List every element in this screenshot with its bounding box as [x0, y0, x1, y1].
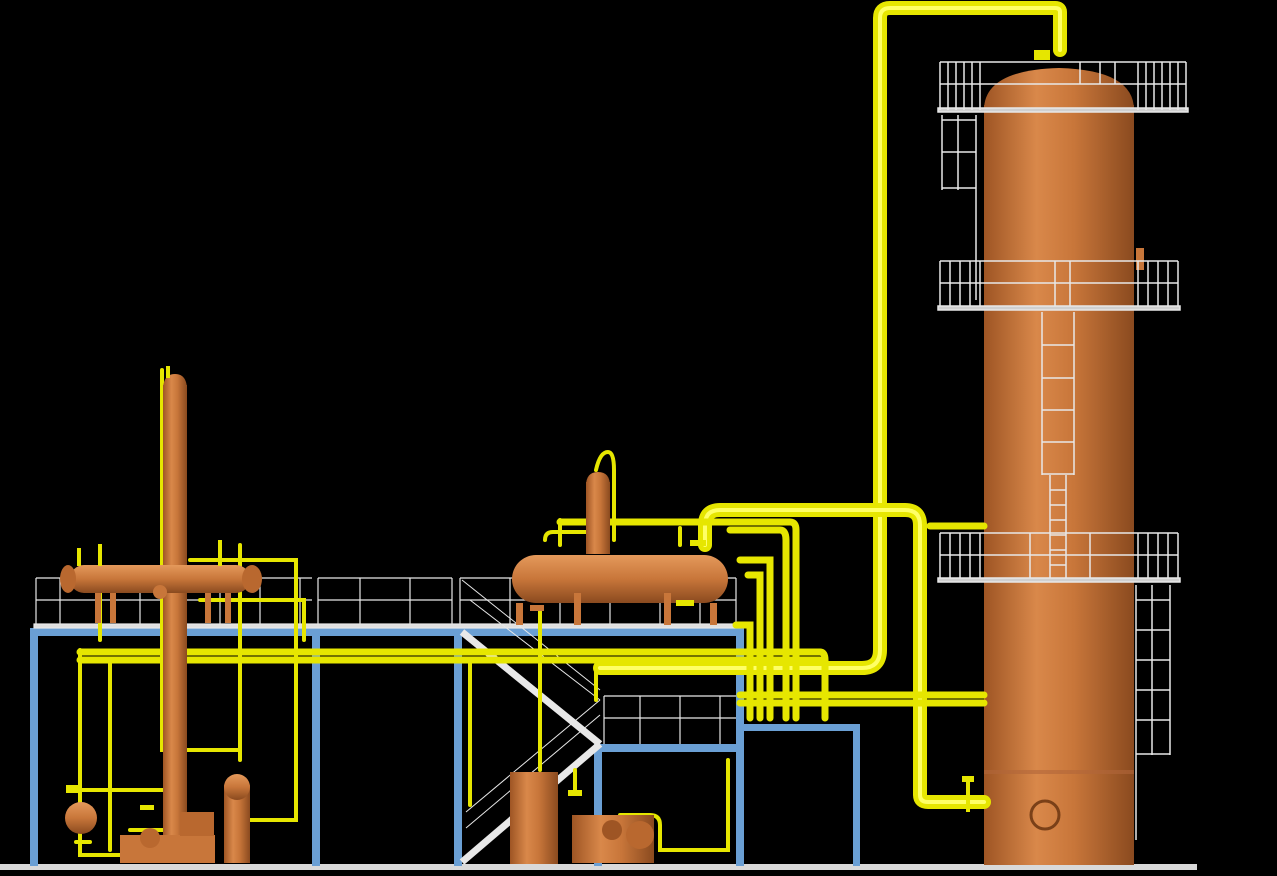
plant-3d-viewport[interactable]: [0, 0, 1277, 876]
main-column-ladder-lower: [1135, 585, 1171, 840]
main-column-ladder-upper: [941, 115, 977, 300]
plant-model-view: [0, 1, 1197, 870]
drum-center[interactable]: [512, 555, 728, 625]
vessel-left-small[interactable]: [224, 774, 250, 863]
small-column[interactable]: [163, 366, 187, 863]
main-column[interactable]: [984, 68, 1144, 865]
reflux-drum-vertical[interactable]: [586, 472, 610, 554]
pump-center[interactable]: [510, 772, 654, 864]
